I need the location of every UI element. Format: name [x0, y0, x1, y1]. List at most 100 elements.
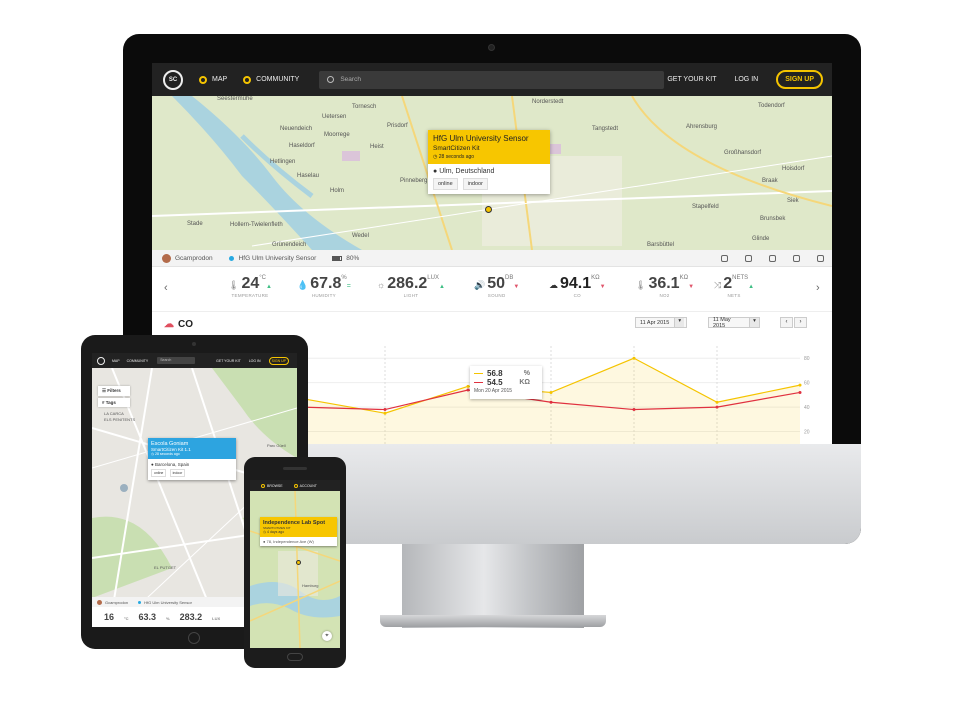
- trend-up-icon: ▲: [748, 284, 755, 290]
- map-label: Grünendeich: [272, 242, 307, 248]
- tag-online[interactable]: online: [433, 178, 458, 190]
- top-navbar: SC MAP COMMUNITY Search GET YOUR KIT LOG…: [152, 63, 832, 96]
- date-from-picker[interactable]: 11 Apr 2015 ▾: [635, 317, 687, 328]
- chart-view-icon[interactable]: [721, 254, 728, 262]
- sensor-co[interactable]: ☁ 94.1KΩ▼ CO: [549, 275, 606, 298]
- map-label: Glinde: [752, 236, 770, 242]
- date-to-picker[interactable]: 11 May 2015 ▾: [708, 317, 760, 329]
- sensor-light[interactable]: ☼ 286.2LUX▲ LIGHT: [377, 275, 445, 298]
- map-label: Norderstedt: [532, 99, 564, 105]
- map-label: Brunsbek: [760, 216, 786, 222]
- sensor-light[interactable]: 283.2 LUX: [180, 612, 221, 622]
- chart-title: ☁ CO: [164, 319, 193, 330]
- data-point: [632, 356, 636, 360]
- smartcitizen-logo[interactable]: [97, 356, 105, 365]
- map-marker[interactable]: [485, 206, 492, 213]
- signup-button[interactable]: SIGN UP: [776, 70, 823, 89]
- device-status-dot: [228, 255, 234, 261]
- map-label: Pinneberg: [400, 178, 428, 184]
- trend-down-icon: ▼: [513, 284, 520, 290]
- map-cluster-marker[interactable]: [120, 484, 128, 492]
- tags-button[interactable]: # Tags: [98, 398, 130, 407]
- map-marker[interactable]: [296, 560, 301, 565]
- speaker: [283, 467, 307, 470]
- y-tick-label: 20: [804, 430, 810, 436]
- nav-community[interactable]: COMMUNITY: [243, 75, 299, 84]
- globe-icon: [261, 483, 265, 488]
- home-button[interactable]: [287, 653, 303, 661]
- trend-up-icon: ▲: [438, 284, 445, 290]
- smiley-icon: [293, 483, 298, 488]
- search-icon: [327, 76, 335, 83]
- map-label: Moorrege: [324, 132, 350, 138]
- sensor-humidity[interactable]: 💧 67.8%= HUMIDITY: [297, 275, 351, 298]
- map-label: Großhansdorf: [724, 150, 762, 156]
- map-label: Parc Güell: [267, 443, 286, 448]
- nav-map[interactable]: MAP: [199, 75, 227, 84]
- map-label: LA CARCA: [104, 411, 124, 416]
- login-link[interactable]: LOG IN: [249, 359, 261, 363]
- chart-next-button[interactable]: ›: [794, 317, 807, 328]
- phone-device: BROWSE ACCOUNT Independence Lab Spot SMA…: [244, 457, 346, 668]
- locate-me-button[interactable]: ⌖: [322, 631, 332, 641]
- device-popup[interactable]: Independence Lab Spot SMARTCITIZEN KIT ◷…: [260, 517, 337, 546]
- chart-prev-button[interactable]: ‹: [780, 317, 793, 328]
- phone-map-background: [250, 491, 340, 648]
- map-label: Hamburg: [302, 583, 319, 588]
- map-label: Heist: [370, 144, 384, 150]
- share-icon[interactable]: [817, 254, 824, 262]
- chevron-right-icon[interactable]: ›: [816, 282, 820, 294]
- map-label: Uetersen: [322, 114, 347, 120]
- avatar[interactable]: [97, 599, 102, 605]
- nav-map[interactable]: MAP: [112, 359, 120, 363]
- filters-button[interactable]: ☰ Filters: [98, 386, 130, 396]
- sensor-humidity[interactable]: 63.3%: [139, 612, 170, 622]
- sensor-temperature[interactable]: 16 °C: [104, 612, 129, 622]
- map-label: Todendorf: [758, 103, 785, 109]
- device-popup[interactable]: Escola Goniam SmartCitizen Kit 1.1 ◷ 28 …: [148, 438, 236, 480]
- tag-online[interactable]: online: [151, 469, 167, 477]
- browse-tab[interactable]: BROWSE: [261, 483, 283, 488]
- trend-flat-icon: =: [346, 283, 351, 290]
- data-point: [549, 400, 553, 404]
- tag-indoor[interactable]: indoor: [169, 469, 186, 477]
- avatar[interactable]: [162, 253, 171, 263]
- sensor-temperature[interactable]: 🌡 24°C▲ TEMPERATURE: [228, 275, 272, 298]
- account-tab[interactable]: ACCOUNT: [293, 483, 317, 488]
- no2-icon: 🌡: [635, 280, 647, 290]
- get-kit-link[interactable]: GET YOUR KIT: [216, 359, 241, 363]
- kit-view-icon[interactable]: [745, 254, 752, 262]
- camera: [488, 44, 495, 51]
- login-link[interactable]: LOG IN: [734, 76, 758, 83]
- tablet-navbar: MAP COMMUNITY Search GET YOUR KIT LOG IN…: [92, 353, 297, 368]
- popup-title: HfG Ulm University Sensor: [433, 134, 529, 143]
- comment-icon[interactable]: [793, 254, 800, 262]
- y-tick-label: 40: [804, 405, 810, 411]
- cloud-icon: ☁: [549, 280, 558, 290]
- sensor-no2[interactable]: 🌡 36.1KΩ▼ NO2: [635, 275, 694, 298]
- nav-community[interactable]: COMMUNITY: [127, 359, 149, 363]
- signup-button[interactable]: SIGN UP: [268, 356, 289, 365]
- get-kit-link[interactable]: GET YOUR KIT: [667, 76, 716, 83]
- smiley-icon: [243, 75, 252, 84]
- owner-name[interactable]: Gcamprodon: [175, 255, 213, 262]
- home-button[interactable]: [188, 632, 200, 644]
- map-label: Prisdorf: [387, 123, 408, 129]
- search-input[interactable]: Search: [319, 70, 665, 89]
- phone-screen: BROWSE ACCOUNT Independence Lab Spot SMA…: [250, 480, 340, 648]
- tag-indoor[interactable]: indoor: [462, 178, 488, 190]
- speaker-icon: 🔊: [474, 280, 486, 290]
- battery-level: 80%: [346, 254, 360, 262]
- device-popup[interactable]: HfG Ulm University Sensor SmartCitizen K…: [428, 130, 550, 194]
- y-tick-label: 60: [804, 381, 810, 387]
- data-point: [798, 383, 802, 387]
- map-label: Braak: [762, 178, 778, 184]
- user-icon[interactable]: [769, 254, 776, 262]
- popup-subtitle: SmartCitizen Kit: [433, 145, 480, 152]
- sensor-nets[interactable]: ⤨ 2NETS▲ NETS: [714, 275, 754, 298]
- chevron-left-icon[interactable]: ‹: [164, 282, 168, 294]
- map-view[interactable]: Tornesch Seestermühe Uetersen Neuendeich…: [152, 96, 832, 250]
- search-input[interactable]: Search: [157, 357, 196, 364]
- smartcitizen-logo[interactable]: SC: [163, 69, 183, 90]
- sensor-sound[interactable]: 🔊 50DB▼ SOUND: [474, 275, 519, 298]
